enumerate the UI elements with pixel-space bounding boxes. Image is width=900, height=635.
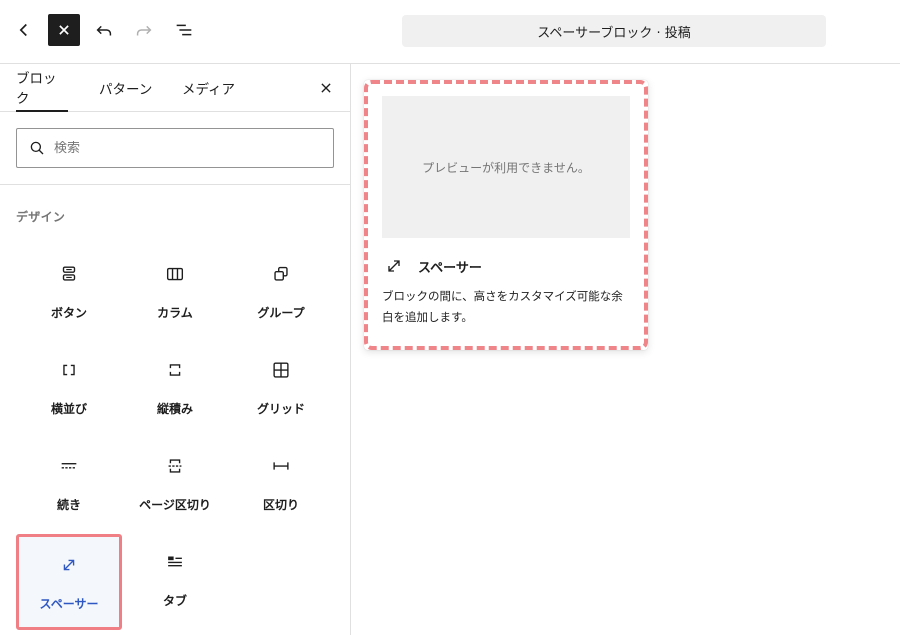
- tab-media[interactable]: メディア: [182, 64, 235, 112]
- block-item-row[interactable]: 横並び: [16, 342, 122, 438]
- page-break-icon: [163, 454, 187, 478]
- block-preview-popover: プレビューが利用できません。 スペーサー ブロックの間に、高さをカスタマイズ可能…: [364, 80, 648, 350]
- block-item-stack[interactable]: 縦積み: [122, 342, 228, 438]
- spacer-icon: [388, 260, 400, 272]
- row-icon: [57, 358, 81, 382]
- preview-placeholder: プレビューが利用できません。: [422, 160, 590, 175]
- document-title-bar[interactable]: スペーサーブロック · 投稿: [402, 15, 826, 47]
- block-item-label: 区切り: [262, 498, 299, 512]
- block-item-label: グリッド: [256, 402, 305, 416]
- tab-blocks-label: ブロック: [16, 71, 57, 107]
- group-icon: [269, 262, 293, 286]
- tab-patterns[interactable]: パターン: [99, 64, 152, 112]
- separator-icon: [269, 454, 293, 478]
- columns-icon: [163, 262, 187, 286]
- block-item-label: グループ: [257, 306, 305, 320]
- chevron-left-icon: [19, 23, 27, 37]
- block-inserter-panel: ブロック パターン メディア デザイン ボタン カラム: [0, 64, 351, 635]
- tabs-icon: [163, 550, 187, 574]
- block-item-tabs[interactable]: タブ: [122, 534, 228, 630]
- block-item-columns[interactable]: カラム: [122, 246, 228, 342]
- block-item-more[interactable]: 続き: [16, 438, 122, 534]
- editor-toolbar: スペーサーブロック · 投稿: [0, 0, 900, 64]
- list-view-icon: [176, 24, 192, 36]
- close-inserter-button[interactable]: [48, 14, 80, 46]
- inserter-tabs: ブロック パターン メディア: [0, 64, 350, 112]
- block-item-label: ボタン: [50, 306, 87, 320]
- block-item-grid[interactable]: グリッド: [228, 342, 334, 438]
- block-item-spacer[interactable]: スペーサー: [16, 534, 122, 630]
- tab-blocks[interactable]: ブロック: [16, 64, 68, 112]
- buttons-icon: [57, 262, 81, 286]
- document-title: スペーサーブロック · 投稿: [537, 25, 691, 41]
- block-item-label: 横並び: [50, 402, 87, 416]
- preview-block-name: スペーサー: [418, 260, 482, 276]
- tab-patterns-label: パターン: [99, 82, 153, 98]
- close-icon: [59, 25, 69, 35]
- block-item-buttons[interactable]: ボタン: [16, 246, 122, 342]
- more-icon: [57, 454, 81, 478]
- document-overview-button[interactable]: [168, 14, 200, 46]
- preview-header: スペーサー: [384, 256, 482, 276]
- block-item-separator[interactable]: 区切り: [228, 438, 334, 534]
- back-button[interactable]: [8, 14, 40, 46]
- category-title: デザイン: [16, 210, 66, 224]
- close-icon: [321, 83, 331, 93]
- block-item-label: スペーサー: [39, 597, 99, 611]
- preview-description: ブロックの間に、高さをカスタマイズ可能な余白を追加します。: [382, 289, 623, 324]
- stack-icon: [163, 358, 187, 382]
- panel-close-button[interactable]: [316, 78, 336, 98]
- search-box: [16, 128, 334, 168]
- search-section: [0, 112, 350, 185]
- block-item-group[interactable]: グループ: [228, 246, 334, 342]
- block-item-label: 縦積み: [156, 402, 193, 416]
- undo-button[interactable]: [88, 14, 120, 46]
- block-item-label: 続き: [56, 498, 81, 512]
- undo-icon: [96, 25, 112, 36]
- block-item-label: ページ区切り: [139, 498, 211, 512]
- redo-button[interactable]: [128, 14, 160, 46]
- grid-icon: [269, 358, 293, 382]
- preview-area: プレビューが利用できません。: [382, 96, 630, 238]
- redo-icon: [136, 25, 152, 36]
- search-icon: [30, 141, 44, 155]
- block-item-page-break[interactable]: ページ区切り: [122, 438, 228, 534]
- block-item-label: タブ: [162, 594, 187, 608]
- search-input[interactable]: [54, 140, 314, 156]
- block-item-label: カラム: [157, 306, 193, 320]
- tab-media-label: メディア: [182, 82, 236, 98]
- spacer-icon: [57, 553, 81, 577]
